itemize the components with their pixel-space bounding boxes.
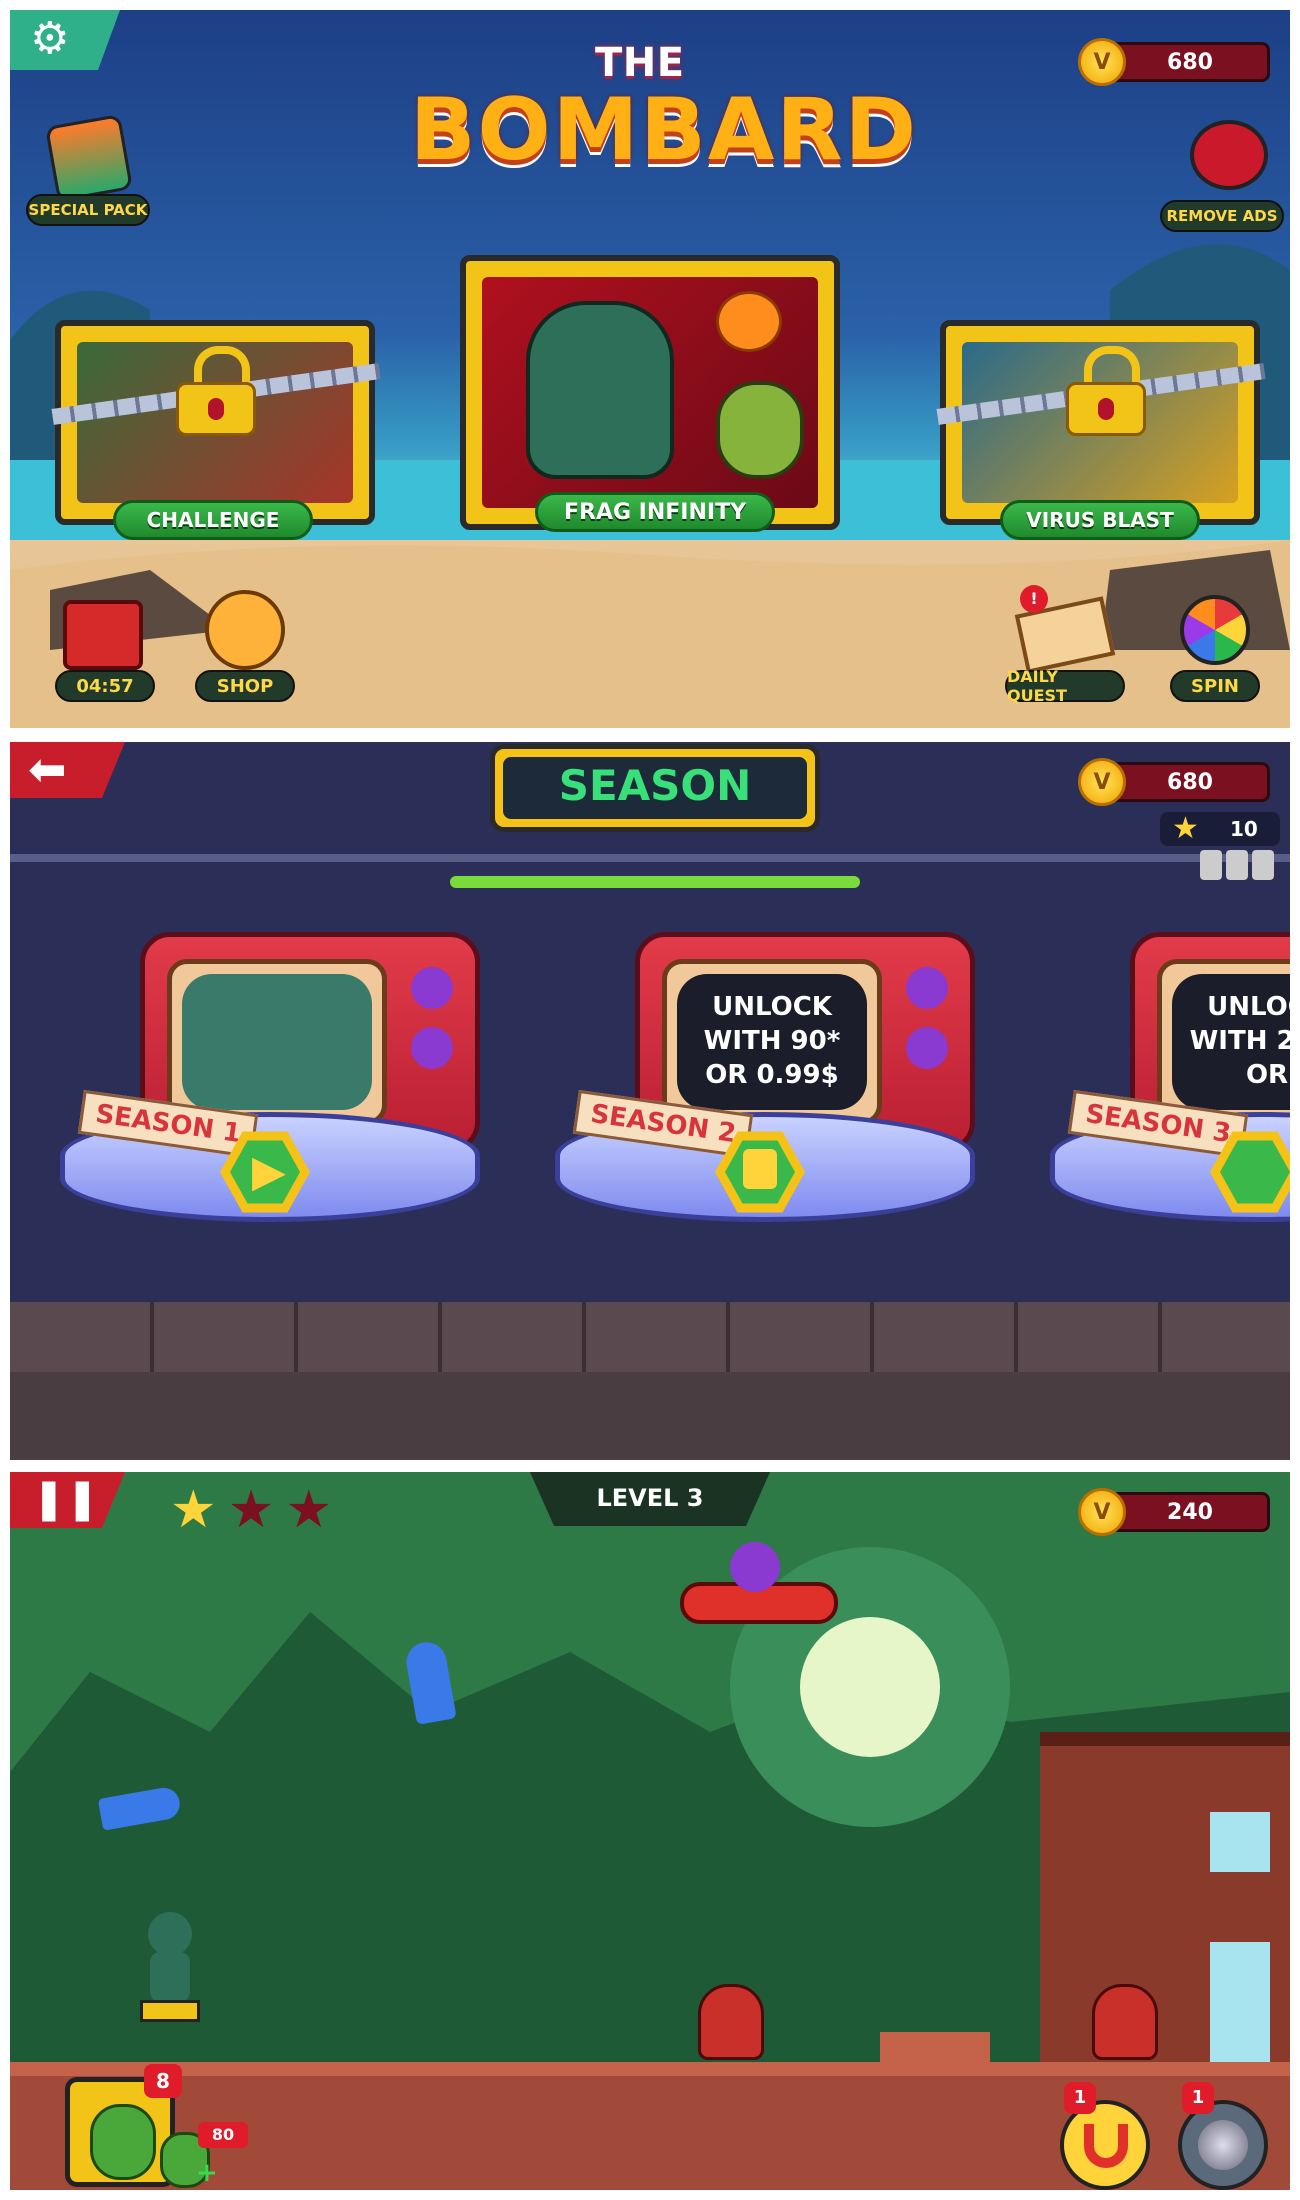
play-icon: ▶ [252,1146,286,1197]
star-counter: ★ 10 [1160,812,1280,846]
lock-icon [176,346,256,436]
coin-value: 680 [1167,769,1213,795]
spin-button[interactable]: SPIN [1150,580,1280,710]
star-earned-icon: ★ [170,1480,217,1540]
logo-bombard: BOMBARD [410,80,918,180]
daily-quest-button[interactable]: ! DAILY QUEST [990,580,1140,710]
frag-infinity-label[interactable]: FRAG INFINITY [535,492,775,532]
daily-quest-label: DAILY QUEST [1005,667,1125,705]
coin-icon: V [1078,1488,1126,1536]
powerup1-count: 1 [1064,2082,1096,2114]
metal-ball-icon [1198,2120,1248,2170]
coin-counter: 680 [1110,42,1270,82]
gift-timer: 04:57 [55,670,155,702]
level-stars: ★ ★ ★ [170,1480,332,1540]
gift-button[interactable]: 04:57 [45,580,165,710]
season-title-plate: SEASON [490,744,820,832]
notification-badge: ! [1020,585,1048,613]
shop-label: SHOP [195,670,295,702]
grenade-count: 8 [144,2064,182,2098]
remove-ads-button[interactable]: REMOVE ADS [1160,120,1290,235]
gameplay-screen: ❚❚ ★ ★ ★ LEVEL 3 240 V 8 80 + 1 1 [10,1472,1290,2190]
virus-blast-label[interactable]: VIRUS BLAST [1000,500,1200,540]
grenade-icon [90,2104,156,2180]
grenade-cost: 80 [198,2122,248,2148]
lock-icon [743,1149,777,1189]
star-empty-icon: ★ [227,1480,275,1540]
page-indicators [1200,850,1274,884]
special-pack-button[interactable]: SPECIAL PACK [26,113,150,230]
main-menu-screen: ⚙ THE BOMBARD 680 V SPECIAL PACK REMOVE … [10,10,1290,728]
mode-card-virus-blast[interactable] [936,320,1266,525]
cards-pack-icon [44,113,134,203]
mode-card-challenge[interactable] [51,320,381,525]
pumpkin-icon [716,291,782,352]
season-card-2[interactable]: UNLOCK WITH 90* OR 0.99$ SEASON 2 [555,902,995,1282]
no-ads-icon [1190,120,1268,190]
coin-value: 240 [1167,1499,1213,1525]
buy-grenade-button[interactable]: 80 + [160,2122,250,2188]
star-icon: ★ [1172,811,1199,846]
hero-character-icon [526,301,674,479]
shop-button[interactable]: SHOP [180,580,310,710]
coin-counter: 680 [1110,762,1270,802]
plus-icon: + [196,2158,218,2188]
coin-counter: 240 [1110,1492,1270,1532]
remove-ads-label: REMOVE ADS [1160,200,1284,232]
season-scroll-bar[interactable] [450,876,860,888]
magnet-icon [1084,2124,1128,2168]
gear-icon: ⚙ [30,13,70,64]
grenade-slot[interactable]: 8 [65,2064,182,2187]
divider [10,854,1290,862]
mode-card-frag-infinity[interactable] [460,255,840,530]
season-card-3[interactable]: UNLOCK WITH 250* OR SEASON 3 [1050,902,1290,1282]
wheel-icon [1180,595,1250,665]
powerup-magnet-button[interactable]: 1 [1060,2082,1150,2190]
coin-icon: V [1078,758,1126,806]
special-pack-label: SPECIAL PACK [26,194,150,226]
season-screen: ⬅ SEASON 680 V ★ 10 SEASON 1 ▶ UNLOCK WI… [10,742,1290,1460]
shop-character-icon [205,590,285,670]
season-title: SEASON [558,761,752,810]
coin-value: 680 [1167,49,1213,75]
season-2-unlock-text: UNLOCK WITH 90* OR 0.99$ [677,974,867,1110]
spin-label: SPIN [1170,670,1260,702]
challenge-label[interactable]: CHALLENGE [113,500,313,540]
gift-box-icon [63,600,143,670]
jungle-background [10,1472,1290,2190]
game-logo: THE BOMBARD [410,30,918,190]
lock-icon [1066,346,1146,436]
pause-icon: ❚❚ [32,1476,100,1522]
level-label: LEVEL 3 [596,1484,704,1512]
floor [10,1302,1290,1460]
coin-icon: V [1078,38,1126,86]
arrow-left-icon: ⬅ [28,742,67,796]
star-value: 10 [1230,817,1258,841]
monster-enemy [1092,1984,1158,2060]
plane-enemy [670,1542,840,1642]
season-card-1[interactable]: SEASON 1 ▶ [60,902,500,1282]
player-character [140,1912,200,2022]
season-1-preview [182,974,372,1110]
monster-enemy [698,1984,764,2060]
powerup-shield-button[interactable]: 1 [1178,2082,1268,2190]
level-banner: LEVEL 3 [530,1472,770,1526]
season-3-unlock-text: UNLOCK WITH 250* OR [1172,974,1290,1110]
powerup2-count: 1 [1182,2082,1214,2114]
zombie-icon [716,381,804,479]
star-empty-icon: ★ [285,1480,333,1540]
